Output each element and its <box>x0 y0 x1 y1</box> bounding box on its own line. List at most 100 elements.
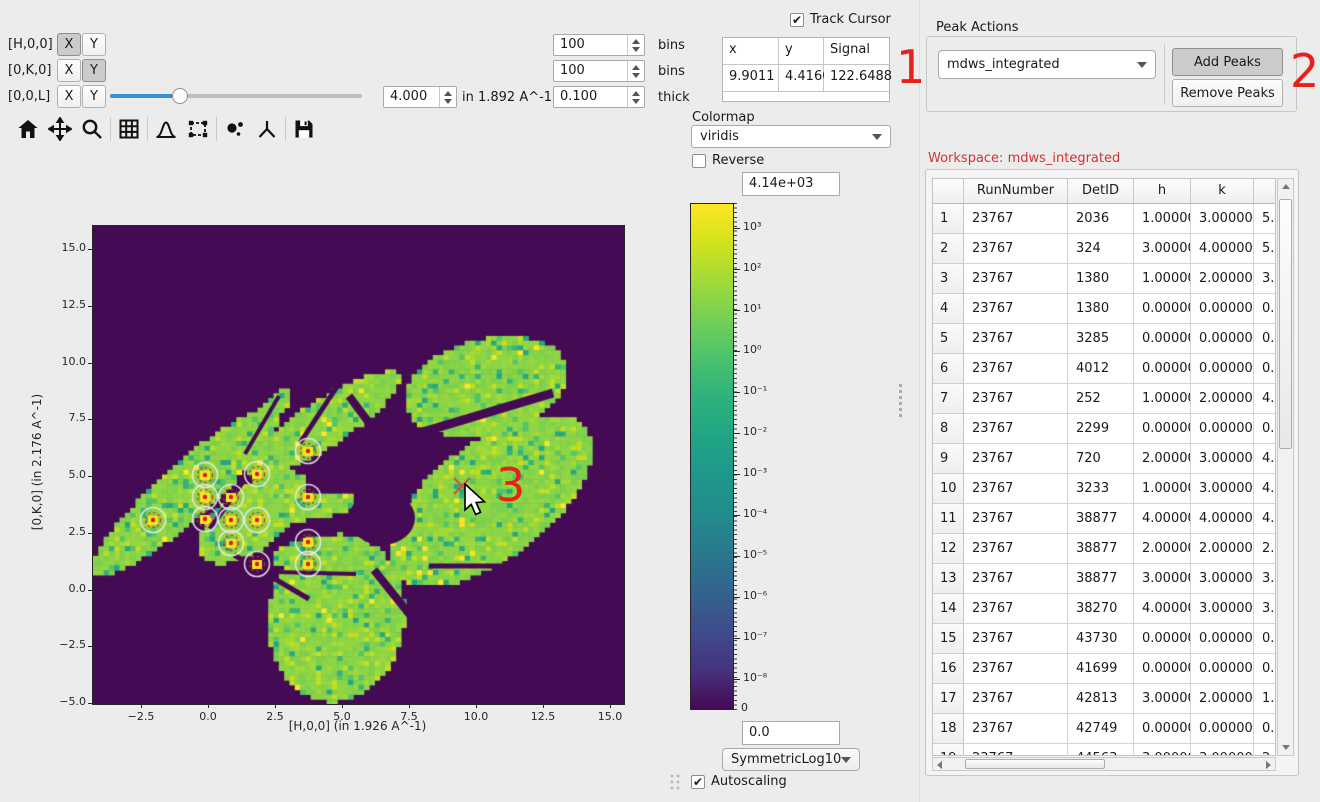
table-cell[interactable]: 2.00000 <box>1134 444 1191 474</box>
table-row[interactable]: 62376740120.000000.000000.0 <box>933 354 1275 384</box>
table-cell[interactable]: 23767 <box>964 684 1068 714</box>
table-row[interactable]: 82376722990.000000.000000.0 <box>933 414 1275 444</box>
table-cell[interactable]: 0.00000 <box>1134 294 1191 324</box>
table-cell[interactable]: 2299 <box>1068 414 1134 444</box>
column-header[interactable] <box>933 179 964 204</box>
table-cell[interactable]: 12 <box>933 534 964 564</box>
table-cell[interactable]: 13 <box>933 564 964 594</box>
peaks-workspace-combobox[interactable]: mdws_integrated <box>938 50 1156 79</box>
scroll-down-icon[interactable] <box>1282 745 1290 750</box>
table-cell[interactable]: 38877 <box>1068 504 1134 534</box>
table-row[interactable]: 1823767427490.000000.000000.0 <box>933 714 1275 744</box>
table-cell[interactable]: 324 <box>1068 234 1134 264</box>
table-cell[interactable]: 0.00000 <box>1191 624 1254 654</box>
table-cell[interactable]: 3.00000 <box>1191 594 1254 624</box>
table-cell[interactable]: 23767 <box>964 654 1068 684</box>
column-header[interactable]: DetID <box>1068 179 1134 204</box>
roi-button[interactable] <box>184 115 212 143</box>
table-cell[interactable]: 10 <box>933 474 964 504</box>
table-cell[interactable]: 8 <box>933 414 964 444</box>
table-cell[interactable]: 2.0 <box>1254 744 1276 756</box>
table-cell[interactable]: 2036 <box>1068 204 1134 234</box>
track-cursor-checkbox[interactable]: ✔ <box>790 13 804 27</box>
table-cell[interactable]: 1.0 <box>1254 684 1276 714</box>
table-cell[interactable]: 3.00000 <box>1191 564 1254 594</box>
table-cell[interactable]: 0.0 <box>1254 354 1276 384</box>
heatmap-canvas[interactable] <box>93 226 624 704</box>
table-cell[interactable]: 3.00000 <box>1134 564 1191 594</box>
table-cell[interactable]: 44563 <box>1068 744 1134 756</box>
table-cell[interactable]: 23767 <box>964 414 1068 444</box>
table-cell[interactable]: 2.0 <box>1254 534 1276 564</box>
table-row[interactable]: 52376732850.000000.000000.0 <box>933 324 1275 354</box>
table-cell[interactable]: 3.00000 <box>1134 684 1191 714</box>
table-cell[interactable]: 2.00000 <box>1191 684 1254 714</box>
table-cell[interactable]: 23767 <box>964 444 1068 474</box>
save-button[interactable] <box>290 115 318 143</box>
hscrollbar-thumb[interactable] <box>965 759 1105 769</box>
table-row[interactable]: 1323767388773.000003.000003.0 <box>933 564 1275 594</box>
table-cell[interactable]: 3233 <box>1068 474 1134 504</box>
table-cell[interactable]: 6 <box>933 354 964 384</box>
table-row[interactable]: 1223767388772.000002.000002.0 <box>933 534 1275 564</box>
table-cell[interactable]: 4.0 <box>1254 474 1276 504</box>
table-cell[interactable]: 4.00000 <box>1134 504 1191 534</box>
splitter-handle[interactable] <box>896 382 906 422</box>
table-cell[interactable]: 5.0 <box>1254 234 1276 264</box>
table-cell[interactable]: 252 <box>1068 384 1134 414</box>
table-cell[interactable]: 23767 <box>964 324 1068 354</box>
table-cell[interactable]: 41699 <box>1068 654 1134 684</box>
table-cell[interactable]: 0.00000 <box>1191 294 1254 324</box>
spin-arrows[interactable] <box>627 61 644 81</box>
table-cell[interactable]: 23767 <box>964 744 1068 756</box>
table-cell[interactable]: 23767 <box>964 594 1068 624</box>
table-cell[interactable]: 0.0 <box>1254 624 1276 654</box>
table-cell[interactable]: 2.00000 <box>1191 264 1254 294</box>
grid-button[interactable] <box>115 115 143 143</box>
add-peaks-button[interactable]: Add Peaks <box>1172 48 1283 76</box>
table-cell[interactable]: 23767 <box>964 534 1068 564</box>
table-cell[interactable]: 1.00000 <box>1134 384 1191 414</box>
table-cell[interactable]: 3.0 <box>1254 564 1276 594</box>
dim-00l-y-button[interactable]: Y <box>82 85 106 108</box>
table-cell[interactable]: 23767 <box>964 714 1068 744</box>
table-cell[interactable]: 15 <box>933 624 964 654</box>
table-cell[interactable]: 1.00000 <box>1134 264 1191 294</box>
table-cell[interactable]: 0.0 <box>1254 414 1276 444</box>
colormap-combobox[interactable]: viridis <box>691 125 891 148</box>
table-row[interactable]: 2237673243.000004.000005.0 <box>933 234 1275 264</box>
column-header[interactable]: RunNumber <box>964 179 1068 204</box>
table-cell[interactable]: 0.0 <box>1254 654 1276 684</box>
table-cell[interactable]: 2.00000 <box>1134 534 1191 564</box>
table-cell[interactable]: 4.00000 <box>1191 234 1254 264</box>
table-cell[interactable]: 38877 <box>1068 564 1134 594</box>
colorbar[interactable] <box>690 203 734 710</box>
table-cell[interactable]: 0.00000 <box>1191 354 1254 384</box>
table-row[interactable]: 1923767445633.000003.000002.0 <box>933 744 1275 756</box>
column-header[interactable]: k <box>1191 179 1254 204</box>
scroll-right-icon[interactable] <box>1266 761 1271 769</box>
table-cell[interactable]: 0.00000 <box>1191 414 1254 444</box>
table-cell[interactable]: 0.00000 <box>1134 714 1191 744</box>
slider-handle[interactable] <box>172 88 188 104</box>
zoom-button[interactable] <box>78 115 106 143</box>
table-cell[interactable]: 43730 <box>1068 624 1134 654</box>
scale-combobox[interactable]: SymmetricLog10 <box>722 748 860 771</box>
table-cell[interactable]: 16 <box>933 654 964 684</box>
colorbar-max-input[interactable]: 4.14e+03 <box>742 172 840 196</box>
dim-0k0-y-button[interactable]: Y <box>82 59 106 82</box>
table-row[interactable]: 1623767416990.000000.000000.0 <box>933 654 1275 684</box>
table-cell[interactable]: 4012 <box>1068 354 1134 384</box>
table-cell[interactable]: 0.0 <box>1254 294 1276 324</box>
table-cell[interactable]: 23767 <box>964 294 1068 324</box>
table-row[interactable]: 9237677202.000003.000004.0 <box>933 444 1275 474</box>
table-cell[interactable]: 3.00000 <box>1134 234 1191 264</box>
table-cell[interactable]: 3 <box>933 264 964 294</box>
column-header[interactable]: h <box>1134 179 1191 204</box>
vscrollbar-thumb[interactable] <box>1279 199 1292 449</box>
scroll-up-icon[interactable] <box>1282 184 1290 189</box>
table-cell[interactable]: 9 <box>933 444 964 474</box>
dim-h00-x-button[interactable]: X <box>57 33 81 56</box>
dim-h00-y-button[interactable]: Y <box>82 33 106 56</box>
table-cell[interactable]: 0.00000 <box>1134 624 1191 654</box>
